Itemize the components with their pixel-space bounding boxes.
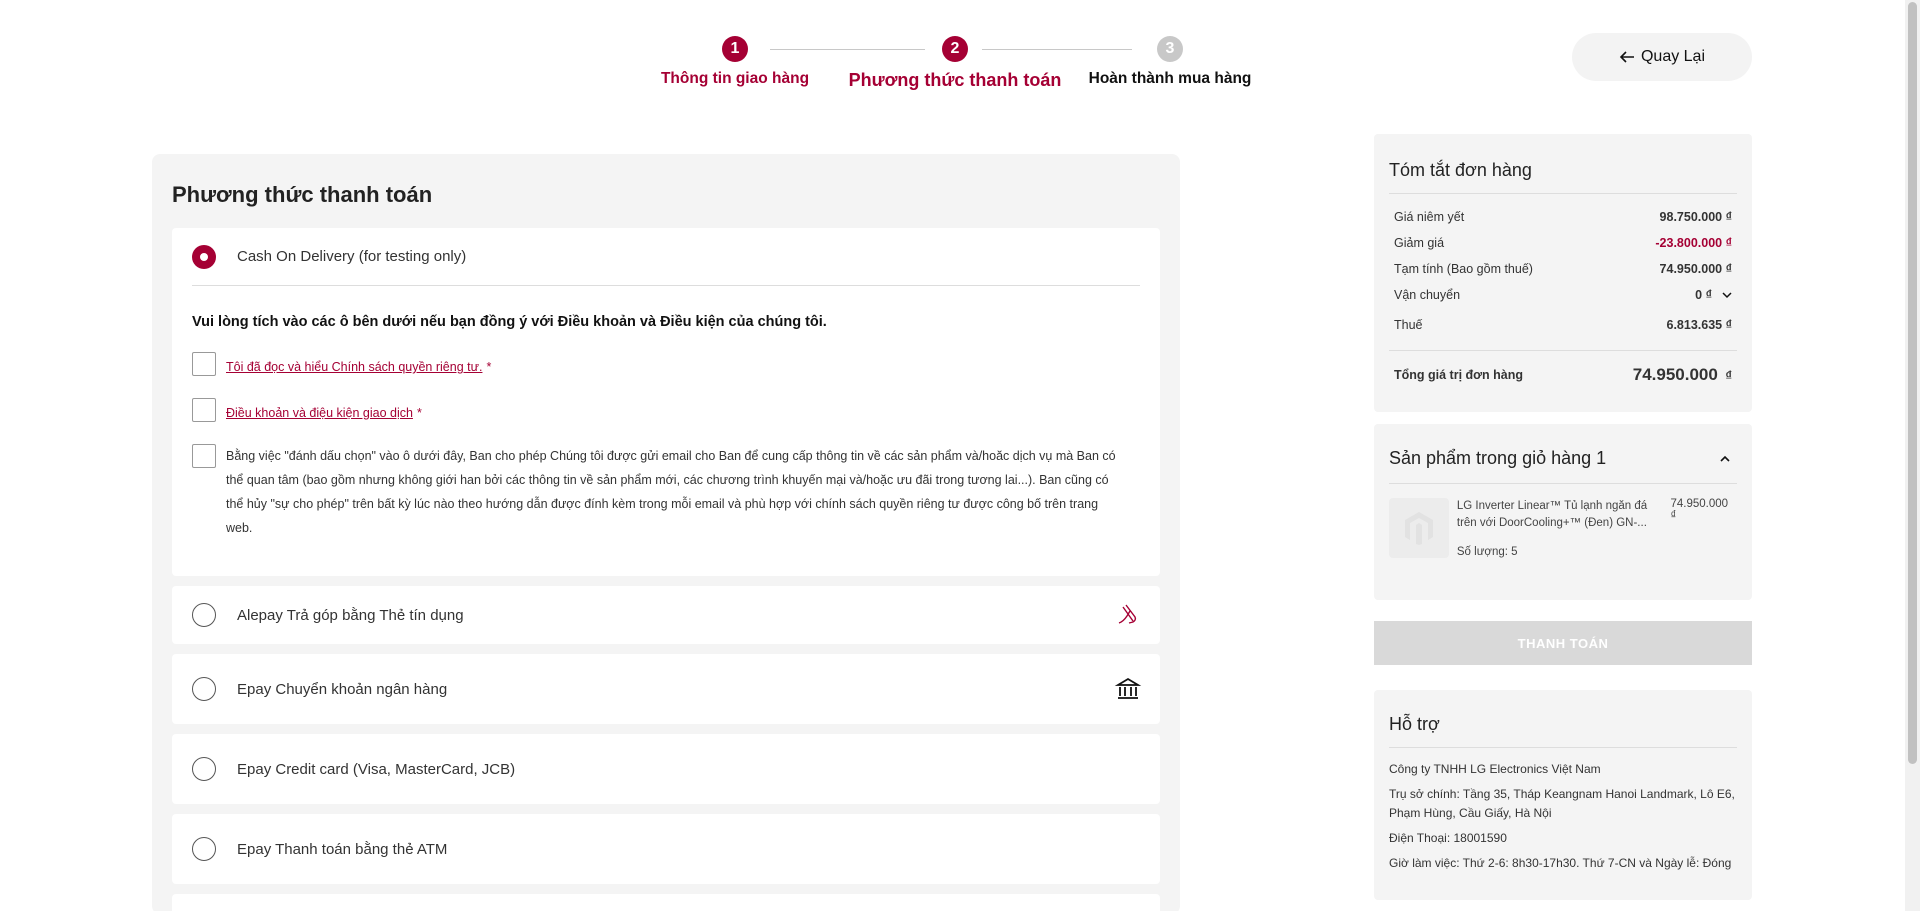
cart-item: LG Inverter Linear™ Tủ lạnh ngăn đá trên… <box>1389 498 1737 561</box>
payment-title: Phương thức thanh toán <box>172 182 433 207</box>
terms-check-row: Điều khoản và điệu kiện giao dịch * <box>192 398 1140 422</box>
consent-text: Bằng việc "đánh dấu chọn" vào ô dưới đây… <box>226 449 1116 535</box>
cart-title: Sản phẩm trong giỏ hàng 1 <box>1389 448 1607 468</box>
summary-value: 98.750.000 ₫ <box>1659 210 1732 224</box>
terms-link[interactable]: Điều khoản và điệu kiện giao dịch <box>226 406 413 420</box>
summary-title: Tóm tắt đơn hàng <box>1389 160 1737 194</box>
hand-card-icon <box>1118 604 1137 624</box>
page-scrollbar[interactable] <box>1905 0 1920 911</box>
payment-option-label: Epay Thanh toán bằng thẻ ATM <box>237 840 448 858</box>
step-payment-method: 2 Phương thức thanh toán <box>845 36 1065 91</box>
privacy-policy-link[interactable]: Tôi đã đọc và hiểu Chính sách quyền riên… <box>226 360 482 374</box>
summary-row-total: Tổng giá trị đơn hàng 74.950.000 ₫ <box>1389 350 1737 385</box>
radio-unselected[interactable] <box>192 757 216 781</box>
arrow-left-icon <box>1619 51 1634 63</box>
back-button-label: Quay Lại <box>1640 48 1706 65</box>
consent-check-row: Bằng việc "đánh dấu chọn" vào ô dưới đây… <box>192 444 1140 540</box>
payment-option-alepay[interactable]: Alepay Trả góp bằng Thẻ tín dụng <box>172 586 1160 644</box>
chevron-up-icon[interactable] <box>1719 453 1731 465</box>
summary-label: Vận chuyển <box>1394 288 1461 302</box>
summary-label: Giá niêm yết <box>1394 210 1465 224</box>
payment-option-label: Epay Credit card (Visa, MasterCard, JCB) <box>237 760 516 778</box>
payment-option-row[interactable]: Epay Thanh toán bằng thẻ ATM <box>172 814 1160 884</box>
payment-option-row[interactable]: Epay Credit card (Visa, MasterCard, JCB) <box>172 734 1160 804</box>
step-number: 3 <box>1157 36 1183 62</box>
checkout-stepper: 1 Thông tin giao hàng 2 Phương thức than… <box>660 36 1260 96</box>
total-label: Tổng giá trị đơn hàng <box>1394 368 1524 382</box>
radio-unselected[interactable] <box>192 837 216 861</box>
radio-unselected[interactable] <box>192 677 216 701</box>
support-title: Hỗ trợ <box>1389 714 1737 748</box>
summary-row-list-price: Giá niêm yết 98.750.000 ₫ <box>1389 204 1737 230</box>
product-thumbnail <box>1389 498 1449 558</box>
item-name[interactable]: LG Inverter Linear™ Tủ lạnh ngăn đá trên… <box>1457 498 1667 532</box>
item-price: 74.950.000 ₫ <box>1670 498 1729 522</box>
checkout-button[interactable]: THANH TOÁN <box>1374 621 1752 665</box>
payment-option-label: Epay Chuyển khoản ngân hàng <box>237 680 448 698</box>
total-value: 74.950.000 <box>1632 365 1718 384</box>
support-company: Công ty TNHH LG Electronics Việt Nam <box>1389 762 1601 776</box>
terms-heading: Vui lòng tích vào các ô bên dưới nếu bạn… <box>192 314 827 330</box>
radio-unselected[interactable] <box>192 603 216 627</box>
step-label: Thông tin giao hàng <box>660 70 810 87</box>
total-currency: ₫ <box>1725 368 1732 383</box>
item-info: LG Inverter Linear™ Tủ lạnh ngăn đá trên… <box>1457 498 1667 561</box>
cart-header[interactable]: Sản phẩm trong giỏ hàng 1 <box>1389 448 1737 484</box>
terms-checkbox[interactable] <box>192 398 216 422</box>
placeholder-logo-icon <box>1404 512 1433 545</box>
support-hours: Giờ làm việc: Thứ 2-6: 8h30-17h30. Thứ 7… <box>1389 856 1732 870</box>
privacy-checkbox[interactable] <box>192 352 216 376</box>
summary-row-subtotal: Tạm tính (Bao gồm thuế) 74.950.000 ₫ <box>1389 256 1737 282</box>
step-complete: 3 Hoàn thành mua hàng <box>1080 36 1260 88</box>
support-phone: Điện Thoại: 18001590 <box>1389 831 1507 845</box>
support-address: Trụ sở chính: Tầng 35, Tháp Keangnam Han… <box>1389 787 1735 820</box>
step-number: 1 <box>722 36 748 62</box>
payment-option-label: Cash On Delivery (for testing only) <box>237 248 467 265</box>
summary-value: 74.950.000 ₫ <box>1659 262 1732 276</box>
step-label: Hoàn thành mua hàng <box>1088 70 1252 87</box>
summary-value: -23.800.000 ₫ <box>1655 236 1732 250</box>
step-label: Phương thức thanh toán <box>848 70 1062 90</box>
summary-label: Tạm tính (Bao gồm thuế) <box>1394 262 1533 276</box>
payment-option-row[interactable]: Cash On Delivery (for testing only) <box>192 228 1140 286</box>
payment-option-cod: Cash On Delivery (for testing only) Vui … <box>172 228 1160 576</box>
payment-option-label: Alepay Trả góp bằng Thẻ tín dụng <box>237 606 464 624</box>
summary-value: 6.813.635 ₫ <box>1666 318 1733 332</box>
summary-row-tax: Thuế 6.813.635 ₫ <box>1389 308 1737 342</box>
chevron-down-icon[interactable] <box>1722 290 1732 300</box>
support-panel: Hỗ trợ Công ty TNHH LG Electronics Việt … <box>1374 690 1752 900</box>
payment-option-epay-bank[interactable]: Epay Chuyển khoản ngân hàng <box>172 654 1160 724</box>
payment-option-row[interactable]: Alepay Trả góp bằng Thẻ tín dụng <box>172 586 1160 644</box>
summary-row-discount: Giảm giá -23.800.000 ₫ <box>1389 230 1737 256</box>
required-mark: * <box>486 360 492 374</box>
summary-label: Giảm giá <box>1394 236 1445 250</box>
payment-method-panel: Phương thức thanh toán Cash On Delivery … <box>152 154 1180 911</box>
required-mark: * <box>416 406 422 420</box>
privacy-check-row: Tôi đã đọc và hiểu Chính sách quyền riên… <box>192 352 1140 376</box>
step-shipping-info[interactable]: 1 Thông tin giao hàng <box>660 36 810 88</box>
back-button[interactable]: Quay Lại <box>1572 33 1752 81</box>
summary-row-shipping[interactable]: Vận chuyển 0 ₫ <box>1389 282 1737 308</box>
scrollbar-thumb[interactable] <box>1908 2 1917 764</box>
step-number: 2 <box>942 36 968 62</box>
payment-option-row[interactable]: Epay Chuyển khoản ngân hàng <box>172 654 1160 724</box>
radio-selected[interactable] <box>192 244 216 269</box>
item-quantity: Số lượng: 5 <box>1456 546 1518 558</box>
bank-icon <box>1114 677 1142 699</box>
summary-value: 0 ₫ <box>1695 288 1712 302</box>
payment-option-epay-atm[interactable]: Epay Thanh toán bằng thẻ ATM <box>172 814 1160 884</box>
cart-panel: Sản phẩm trong giỏ hàng 1 LG Inverter Li… <box>1374 424 1752 600</box>
payment-option-more[interactable] <box>172 894 1160 911</box>
consent-checkbox[interactable] <box>192 444 216 468</box>
summary-label: Thuế <box>1394 318 1423 332</box>
order-summary: Tóm tắt đơn hàng Giá niêm yết 98.750.000… <box>1374 134 1752 412</box>
payment-option-epay-credit[interactable]: Epay Credit card (Visa, MasterCard, JCB) <box>172 734 1160 804</box>
